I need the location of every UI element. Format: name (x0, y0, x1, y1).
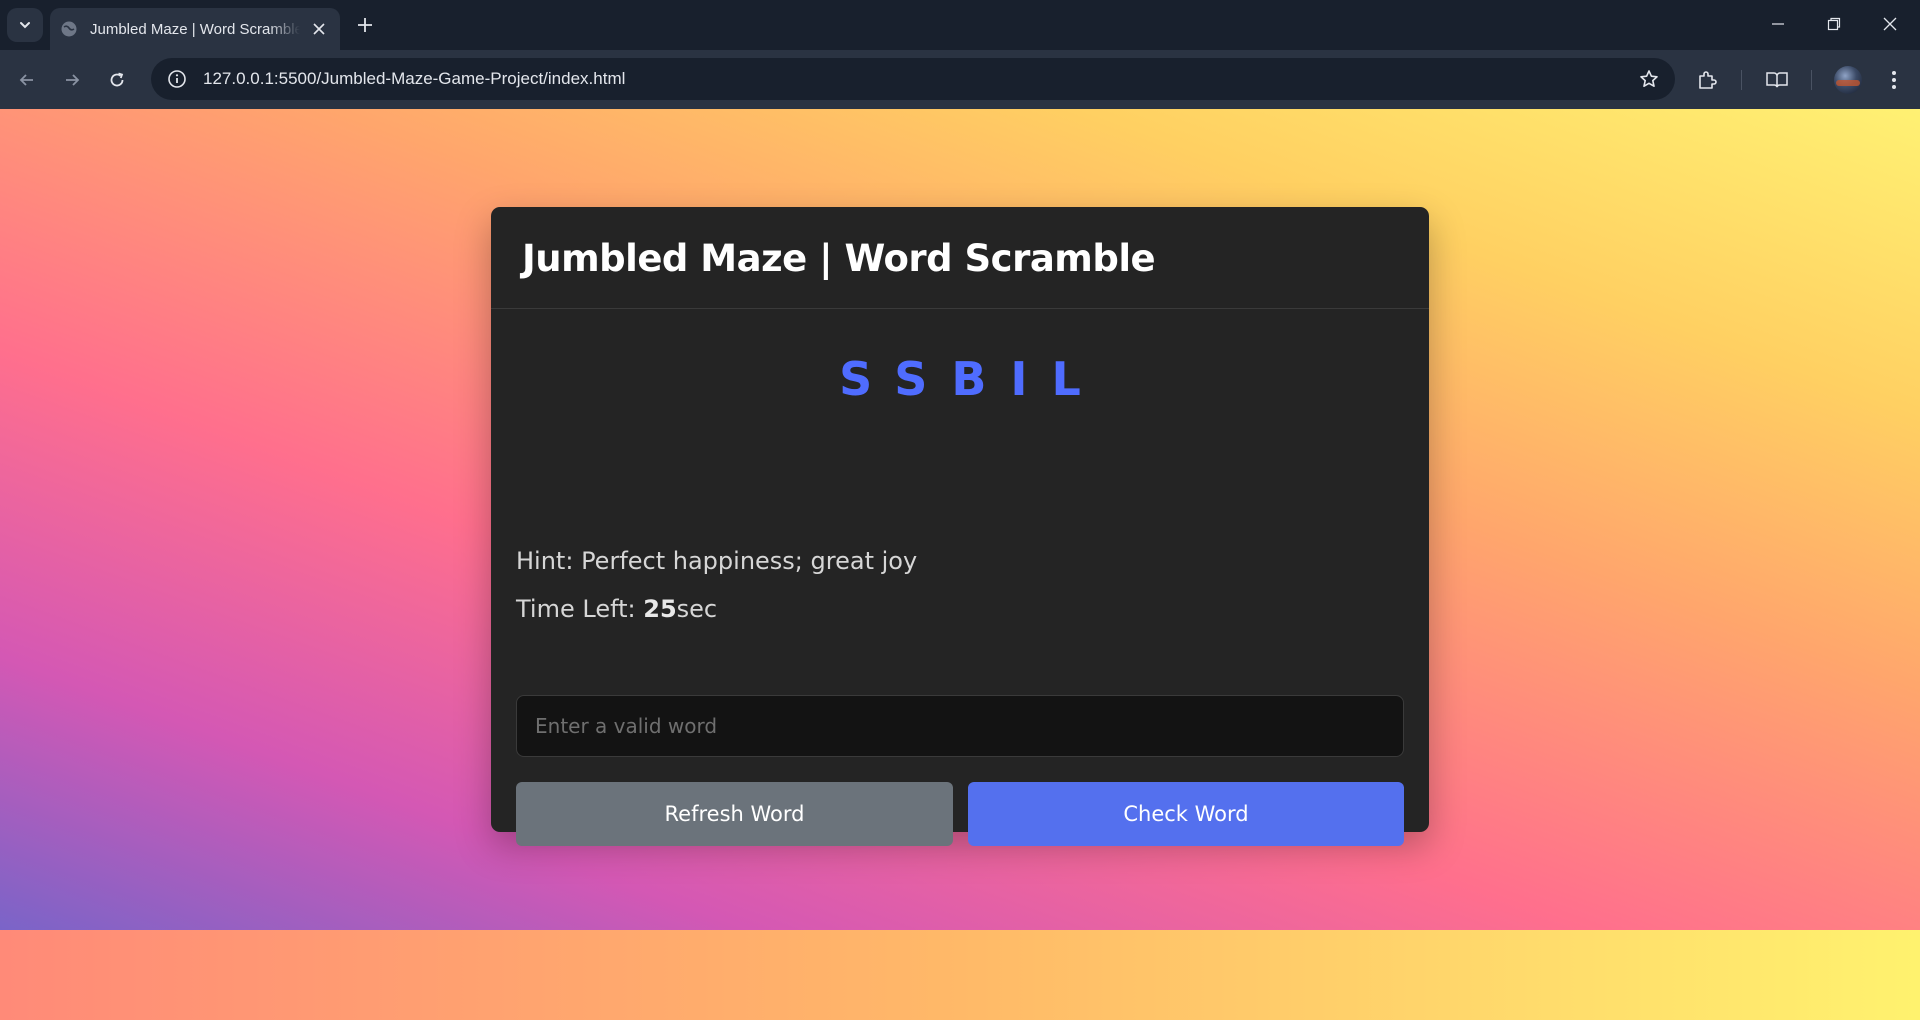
address-bar[interactable]: 127.0.0.1:5500/Jumbled-Maze-Game-Project… (151, 58, 1675, 100)
time-unit: sec (676, 595, 718, 623)
browser-toolbar: 127.0.0.1:5500/Jumbled-Maze-Game-Project… (0, 50, 1920, 109)
close-icon (1883, 17, 1897, 31)
arrow-left-icon (19, 74, 33, 86)
close-window-button[interactable] (1862, 0, 1918, 48)
profile-avatar[interactable] (1834, 66, 1862, 94)
arrow-right-icon (66, 74, 80, 86)
word-input[interactable] (516, 695, 1404, 757)
extensions-icon[interactable] (1689, 62, 1725, 98)
refresh-word-button[interactable]: Refresh Word (516, 782, 953, 846)
forward-button[interactable] (54, 62, 90, 98)
globe-icon (60, 20, 78, 38)
header-divider (491, 308, 1429, 309)
time-left-line: Time Left: 25sec (516, 595, 717, 623)
browser-tab-active[interactable]: Jumbled Maze | Word Scramble (50, 8, 340, 50)
chevron-down-icon (20, 22, 30, 29)
page-viewport: Jumbled Maze | Word Scramble SSBIL Hint:… (0, 109, 1920, 1020)
tab-title: Jumbled Maze | Word Scramble (90, 20, 300, 38)
back-button[interactable] (9, 62, 45, 98)
new-tab-button[interactable] (351, 11, 379, 39)
plus-icon (358, 18, 372, 32)
reload-button[interactable] (99, 62, 135, 98)
more-menu-icon[interactable] (1876, 62, 1912, 98)
hint-text: Perfect happiness; great joy (581, 547, 918, 575)
toolbar-separator (1741, 70, 1742, 90)
time-label: Time Left: (516, 595, 636, 623)
minimize-icon (1772, 23, 1784, 25)
game-title: Jumbled Maze | Word Scramble (522, 237, 1156, 280)
tab-search-button[interactable] (7, 8, 43, 42)
time-value: 25 (643, 595, 677, 623)
minimize-window-button[interactable] (1750, 0, 1806, 48)
reload-icon (110, 72, 124, 87)
reading-mode-icon[interactable] (1759, 62, 1795, 98)
scrambled-word: SSBIL (839, 352, 1105, 406)
hint-line: Hint: Perfect happiness; great joy (516, 547, 917, 575)
toolbar-separator (1811, 70, 1812, 90)
bookmark-star-icon[interactable] (1637, 67, 1661, 91)
restore-icon (1827, 17, 1841, 31)
url-text: 127.0.0.1:5500/Jumbled-Maze-Game-Project… (203, 69, 626, 88)
browser-tabstrip: Jumbled Maze | Word Scramble (0, 0, 1920, 50)
site-info-icon[interactable] (157, 58, 197, 100)
check-word-button[interactable]: Check Word (968, 782, 1404, 846)
game-card: Jumbled Maze | Word Scramble SSBIL Hint:… (491, 207, 1429, 846)
hint-label: Hint: (516, 547, 574, 575)
restore-window-button[interactable] (1806, 0, 1862, 48)
close-tab-icon[interactable] (308, 18, 330, 40)
